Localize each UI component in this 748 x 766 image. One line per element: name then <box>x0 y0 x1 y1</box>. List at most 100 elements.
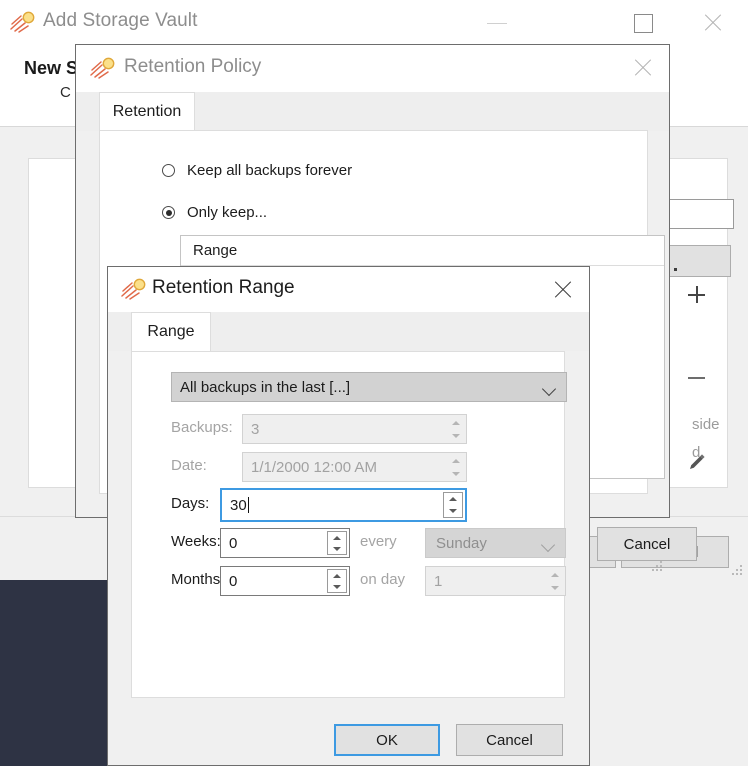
arrow-down-icon <box>449 509 457 513</box>
comet-icon <box>90 57 115 79</box>
radio-label: Keep all backups forever <box>187 162 353 179</box>
plus-icon <box>687 285 705 303</box>
field-row-date: Date: 1/1/2000 12:00 AM <box>132 452 564 482</box>
retention-range-close-button[interactable] <box>543 273 583 307</box>
arrow-down-icon <box>333 584 341 589</box>
weekday-select[interactable]: Sunday <box>425 528 566 558</box>
weeks-input[interactable]: 0 <box>220 528 350 558</box>
maximize-button[interactable] <box>620 0 666 46</box>
stepper-down[interactable] <box>328 543 346 554</box>
stepper-up[interactable] <box>328 570 346 581</box>
page-subtitle: C <box>60 84 71 101</box>
close-icon <box>632 57 654 79</box>
add-range-button[interactable] <box>676 273 716 315</box>
range-type-select[interactable]: All backups in the last [...] <box>171 372 567 402</box>
stepper-up[interactable] <box>446 416 465 429</box>
range-toolbar <box>676 273 716 525</box>
radio-label: Only keep... <box>187 204 268 221</box>
months-on-day-label: on day <box>360 571 406 588</box>
resize-grip[interactable] <box>732 565 744 577</box>
chevron-down-icon <box>540 537 556 553</box>
arrow-up-icon <box>449 497 457 501</box>
weekday-value: Sunday <box>436 534 487 552</box>
maximize-icon <box>633 13 653 33</box>
remove-range-button[interactable] <box>676 357 716 399</box>
weeks-value: 0 <box>229 534 238 552</box>
minimize-icon <box>487 22 507 24</box>
backups-input[interactable]: 3 <box>242 414 467 444</box>
window-titlebar: Add Storage Vault <box>0 0 748 46</box>
arrow-down-icon <box>550 585 559 590</box>
stepper-down[interactable] <box>328 581 346 592</box>
arrow-up-icon <box>333 573 341 578</box>
name-input[interactable] <box>669 199 734 229</box>
retention-policy-titlebar: Retention Policy <box>76 45 669 92</box>
stepper-up[interactable] <box>444 493 462 505</box>
days-value: 30 <box>230 496 247 514</box>
field-row-backups: Backups: 3 <box>132 414 564 444</box>
range-type-value: All backups in the last [...] <box>180 378 351 396</box>
radio-keep-all-backups[interactable]: Keep all backups forever <box>162 162 352 179</box>
days-stepper[interactable] <box>443 492 463 518</box>
month-day-input[interactable]: 1 <box>425 566 566 596</box>
date-stepper[interactable] <box>446 454 465 480</box>
months-label: Months: <box>171 571 225 588</box>
field-row-weeks: Weeks: 0 every Sunday <box>132 528 566 558</box>
edit-range-button[interactable] <box>676 441 716 483</box>
radio-only-keep[interactable]: Only keep... <box>162 204 267 221</box>
chevron-down-icon <box>541 381 557 397</box>
cancel-button[interactable]: Cancel <box>456 724 563 756</box>
stepper-down[interactable] <box>545 581 564 594</box>
retention-range-tabstrip: Range <box>108 312 589 351</box>
text-caret <box>247 497 249 513</box>
minus-icon <box>687 377 705 379</box>
stepper-up[interactable] <box>446 454 465 467</box>
retention-range-dialog: Retention Range Range All backups in the… <box>107 266 590 766</box>
minimize-button[interactable] <box>474 0 520 46</box>
stepper-down[interactable] <box>446 467 465 480</box>
stepper-up[interactable] <box>328 532 346 543</box>
field-row-days: Days: 30 <box>132 488 564 522</box>
months-input[interactable]: 0 <box>220 566 350 596</box>
window-title: Add Storage Vault <box>43 10 198 31</box>
arrow-down-icon <box>451 471 460 476</box>
stepper-down[interactable] <box>444 505 462 517</box>
arrow-up-icon <box>451 420 460 425</box>
page-title: New S <box>24 58 79 78</box>
stepper-up[interactable] <box>545 568 564 581</box>
radio-checked-icon <box>162 206 175 219</box>
date-input[interactable]: 1/1/2000 12:00 AM <box>242 452 467 482</box>
close-button[interactable] <box>690 0 736 46</box>
weeks-stepper[interactable] <box>327 531 347 555</box>
backups-value: 3 <box>251 420 260 438</box>
backups-label: Backups: <box>171 419 233 436</box>
stepper-down[interactable] <box>446 429 465 442</box>
retention-policy-resize-grip[interactable] <box>652 561 664 573</box>
backups-stepper[interactable] <box>446 416 465 442</box>
retention-policy-close-button[interactable] <box>623 51 663 85</box>
date-label: Date: <box>171 457 207 474</box>
field-row-months: Months: 0 on day 1 <box>132 566 566 596</box>
months-stepper[interactable] <box>327 569 347 593</box>
month-day-stepper[interactable] <box>545 568 564 594</box>
retention-policy-title: Retention Policy <box>124 56 262 77</box>
arrow-up-icon <box>333 535 341 540</box>
arrow-down-icon <box>333 546 341 551</box>
tab-range[interactable]: Range <box>131 312 211 351</box>
screen-root: Add Storage Vault New S C Nam Rete side … <box>0 0 748 766</box>
weeks-label: Weeks: <box>171 533 221 550</box>
comet-icon <box>10 11 35 33</box>
ok-button[interactable]: OK <box>334 724 440 756</box>
days-input[interactable]: 30 <box>220 488 467 522</box>
arrow-up-icon <box>550 572 559 577</box>
comet-icon <box>121 278 146 300</box>
days-label: Days: <box>171 495 210 512</box>
pencil-icon <box>689 453 705 469</box>
close-icon <box>702 12 724 34</box>
retention-policy-cancel-button[interactable]: Cancel <box>597 527 697 561</box>
retention-range-title: Retention Range <box>152 277 295 298</box>
close-icon <box>552 279 574 301</box>
app-sidebar: + Add Storag <box>0 580 110 766</box>
tab-retention[interactable]: Retention <box>99 92 195 131</box>
retention-policy-tabstrip: Retention <box>76 92 669 131</box>
